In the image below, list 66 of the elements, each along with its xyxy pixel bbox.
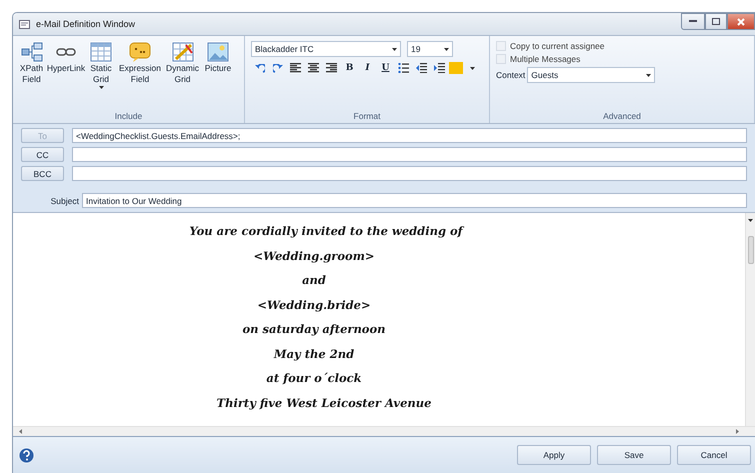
ribbon-button[interactable]: Static Grid (86, 40, 116, 107)
dropdown-caret-icon (444, 48, 449, 50)
dialog-button[interactable]: Apply (517, 445, 591, 465)
group-label: Advanced (602, 111, 642, 123)
maximize-icon (712, 18, 720, 25)
speech-bubble-icon (129, 42, 151, 62)
message-line: on saturday afternoon (242, 321, 386, 338)
scroll-up-icon (748, 219, 753, 222)
message-line: Thirty five West Leicoster Avenue (216, 394, 432, 412)
font-dropdown[interactable]: Blackadder ITC (251, 41, 401, 57)
table-icon (90, 42, 112, 62)
ribbon-button[interactable]: XPath Field (17, 40, 46, 107)
scroll-left-icon (19, 429, 22, 434)
group-label: Include (114, 111, 144, 123)
context-dropdown[interactable]: Guests (527, 67, 656, 83)
italic-button[interactable]: I (359, 60, 376, 76)
bold-button[interactable]: B (341, 60, 358, 76)
window-title: e-Mail Definition Window (36, 19, 136, 29)
message-line: and (302, 272, 326, 289)
dropdown-caret-icon (646, 74, 652, 76)
address-field[interactable] (72, 147, 747, 162)
scroll-right-icon (736, 429, 739, 434)
underline-button[interactable]: U (377, 60, 394, 76)
minimize-icon (689, 20, 697, 23)
outdent-icon (416, 63, 427, 73)
bullet-list-icon (398, 63, 409, 73)
window-icon (19, 20, 30, 28)
dialog-button[interactable]: Save (597, 445, 671, 465)
color-swatch[interactable] (449, 62, 463, 74)
ribbon-button[interactable]: Dynamic Grid (164, 40, 201, 107)
message-line: <Wedding.bride> (257, 296, 371, 314)
close-icon (737, 18, 745, 26)
checkbox-label: Multiple Messages (510, 54, 580, 64)
help-icon[interactable] (19, 448, 34, 462)
message-line: <Wedding.groom> (253, 248, 375, 264)
hierarchy-icon (20, 42, 42, 62)
ribbon-button[interactable]: Expression Field (118, 40, 162, 107)
minimize-button[interactable] (681, 13, 705, 30)
dropdown-caret-icon (392, 48, 397, 50)
size-dropdown[interactable]: 19 (407, 41, 453, 57)
address-field[interactable] (72, 166, 747, 181)
message-line: at four o´clock (266, 370, 362, 387)
address-button[interactable]: CC (21, 147, 64, 162)
subject-label: Subject (50, 196, 79, 206)
picture-icon (207, 42, 229, 62)
message-line: May the 2nd (274, 346, 354, 362)
undo-icon (254, 64, 264, 72)
grid-pencil-icon (172, 42, 194, 62)
subject-field[interactable]: Invitation to Our Wedding (82, 193, 747, 208)
redo-icon (272, 64, 282, 72)
maximize-button[interactable] (705, 13, 727, 30)
indent-icon (434, 63, 445, 73)
ribbon-button[interactable]: HyperLink (48, 40, 84, 107)
context-label: Context (496, 70, 526, 80)
ribbon-button[interactable]: Picture (203, 40, 233, 107)
address-button[interactable]: BCC (21, 166, 64, 181)
horizontal-scrollbar[interactable] (13, 426, 755, 436)
dialog-button[interactable]: Cancel (677, 445, 751, 465)
scroll-thumb[interactable] (748, 236, 754, 264)
vertical-scrollbar[interactable] (745, 213, 755, 426)
indent-button[interactable] (431, 60, 448, 76)
group-label: Format (352, 111, 382, 123)
close-button[interactable] (727, 13, 755, 30)
checkbox-label: Copy to current assignee (510, 41, 604, 51)
dropdown-caret-icon (470, 66, 475, 70)
message-line: You are cordially invited to the wedding of (189, 223, 463, 240)
